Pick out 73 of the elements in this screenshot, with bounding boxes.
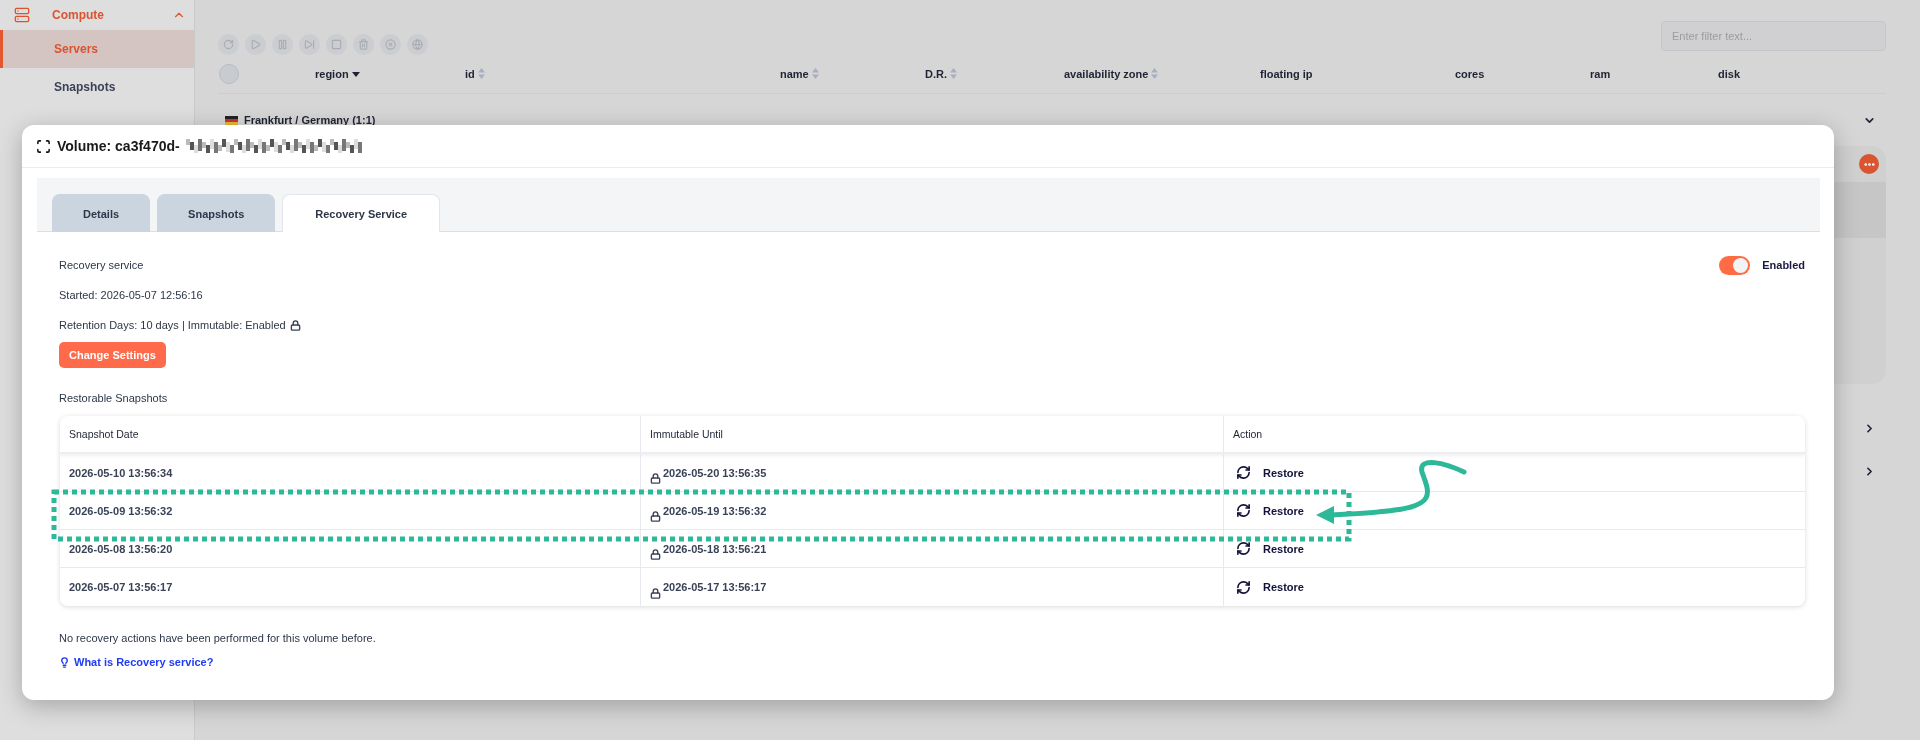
section-heading: Recovery service — [59, 259, 144, 271]
table-cell: 2026-05-10 13:56:34 — [69, 466, 173, 479]
restore-button[interactable]: Restore — [1233, 579, 1304, 595]
column-header: Action — [1233, 428, 1263, 440]
sidebar-item[interactable]: Snapshots — [0, 68, 194, 106]
help-link[interactable]: What is Recovery service? — [59, 656, 214, 668]
tab[interactable]: Snapshots — [157, 194, 276, 232]
sort-icon[interactable] — [1151, 68, 1159, 79]
globe-button[interactable] — [407, 34, 428, 55]
table-cell: 2026-05-19 13:56:32 — [663, 504, 767, 517]
flag-icon — [225, 115, 238, 125]
cancel-button[interactable] — [380, 34, 401, 55]
restore-button[interactable]: Restore — [1233, 541, 1304, 556]
column-header[interactable]: ram — [1590, 67, 1611, 80]
sort-icon[interactable] — [477, 68, 485, 79]
lightbulb-icon — [59, 656, 70, 668]
delete-button[interactable] — [353, 34, 374, 55]
more-button[interactable] — [1859, 154, 1879, 174]
tab[interactable]: Details — [52, 194, 151, 232]
column-header[interactable]: D.R. — [925, 67, 947, 80]
select-all-checkbox[interactable] — [219, 63, 239, 84]
refresh-icon — [1236, 503, 1251, 518]
table-cell: 2026-05-18 13:56:21 — [663, 542, 767, 555]
play-icon — [250, 39, 261, 50]
play-button[interactable] — [245, 34, 266, 55]
skip-button[interactable] — [299, 34, 320, 55]
restore-button[interactable]: Restore — [1233, 503, 1304, 518]
lock-icon — [289, 319, 301, 331]
tab[interactable]: Recovery Service — [282, 194, 441, 232]
column-header: Immutable Until — [650, 428, 723, 440]
dialog-title: Volume: ca3f470d- — [57, 138, 180, 154]
restore-button[interactable]: Restore — [1233, 465, 1304, 480]
column-header[interactable]: id — [465, 67, 475, 80]
toggle-switch[interactable] — [1719, 255, 1751, 275]
sort-down-icon[interactable] — [351, 70, 360, 77]
refresh-icon — [1236, 541, 1251, 556]
refresh-icon — [1236, 579, 1251, 595]
cancel-icon — [385, 39, 396, 50]
section-title: Restorable Snapshots — [59, 392, 168, 404]
note-text: No recovery actions have been performed for this volume before. — [59, 632, 376, 644]
refresh-button[interactable] — [218, 34, 239, 55]
column-header[interactable]: name — [780, 67, 809, 80]
table-cell: 2026-05-09 13:56:32 — [69, 504, 173, 517]
stop-button[interactable] — [326, 34, 347, 55]
lock-icon — [650, 587, 661, 599]
sort-icon[interactable] — [950, 68, 957, 79]
delete-icon — [358, 39, 369, 50]
column-header[interactable]: availability zone — [1064, 67, 1149, 80]
fullscreen-icon[interactable] — [36, 138, 51, 154]
table-cell: 2026-05-17 13:56:17 — [663, 581, 767, 593]
column-header[interactable]: floating ip — [1260, 67, 1313, 80]
server-stack-icon — [14, 7, 30, 23]
table-cell: 2026-05-07 13:56:17 — [69, 581, 173, 593]
retention-text: Retention Days: 10 days | Immutable: Enabled — [59, 319, 286, 331]
pause-icon — [277, 39, 288, 50]
table-cell: 2026-05-20 13:56:35 — [663, 466, 767, 479]
column-header[interactable]: disk — [1718, 67, 1740, 80]
skip-icon — [304, 39, 315, 50]
refresh-icon — [223, 39, 234, 50]
pause-button[interactable] — [272, 34, 293, 55]
column-header[interactable]: region — [315, 67, 349, 80]
lock-icon — [650, 549, 661, 560]
column-header[interactable]: cores — [1455, 67, 1485, 80]
column-header: Snapshot Date — [69, 428, 139, 440]
toggle-label: Enabled — [1762, 259, 1805, 271]
started-text: Started: 2026-05-07 12:56:16 — [59, 289, 203, 301]
sort-icon[interactable] — [811, 68, 819, 79]
lock-icon — [650, 511, 661, 522]
table-cell: 2026-05-08 13:56:20 — [69, 542, 173, 555]
refresh-icon — [1236, 465, 1251, 480]
lock-icon — [650, 473, 661, 484]
stop-icon — [331, 39, 342, 50]
globe-icon — [412, 39, 423, 50]
